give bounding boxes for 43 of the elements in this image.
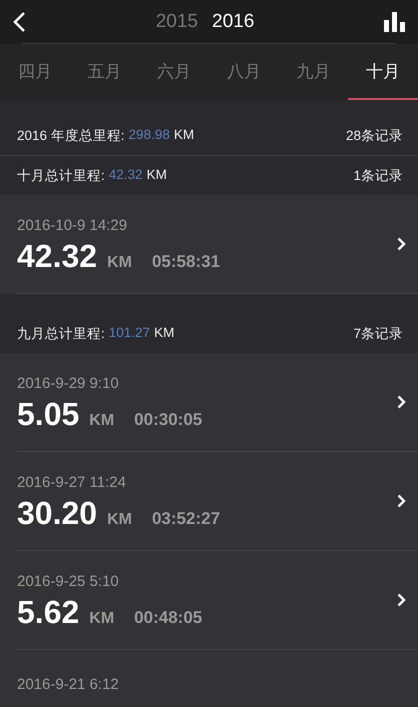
unit-label: KM	[89, 610, 114, 628]
distance: 5.62	[17, 594, 80, 631]
duration: 05:58:31	[152, 252, 220, 272]
distance-total: 298.98	[128, 127, 170, 144]
record-count: 28条记录	[346, 127, 403, 145]
record-count: 7条记录	[353, 325, 403, 343]
month-tab[interactable]: 四月	[0, 44, 70, 100]
month-tab[interactable]: 五月	[70, 44, 140, 100]
summary-label: 九月总计里程:	[17, 325, 105, 343]
chevron-right-icon[interactable]	[397, 494, 406, 508]
record-datetime: 2016-9-29 9:10	[17, 375, 120, 392]
distance: 42.32	[17, 238, 98, 275]
month-tab[interactable]: 六月	[139, 44, 210, 100]
back-icon[interactable]	[12, 10, 26, 32]
unit-label: KM	[107, 511, 132, 529]
distance-total: 42.32	[108, 167, 143, 184]
duration: 03:52:27	[152, 509, 220, 529]
distance-total: 101.27	[108, 325, 150, 342]
distance: 30.20	[17, 495, 98, 532]
month-tab[interactable]: 十月	[348, 44, 418, 100]
duration: 00:30:05	[134, 410, 202, 430]
year-tab[interactable]: 2015	[156, 10, 198, 32]
record-datetime: 2016-9-21 6:12	[17, 676, 120, 693]
duration: 00:48:05	[134, 608, 202, 628]
summary-label: 十月总计里程:	[17, 167, 105, 185]
chevron-right-icon[interactable]	[397, 395, 406, 409]
month-tab[interactable]: 八月	[209, 44, 279, 100]
month-tab[interactable]: 九月	[278, 44, 348, 100]
unit-label: KM	[89, 412, 114, 430]
chevron-right-icon[interactable]	[397, 237, 406, 251]
year-tab[interactable]: 2016	[212, 10, 254, 32]
record-datetime: 2016-9-27 11:24	[17, 474, 127, 491]
unit-label: KM	[154, 325, 174, 342]
record-datetime: 2016-9-25 5:10	[17, 573, 120, 590]
record-count: 1条记录	[353, 167, 403, 185]
chevron-right-icon[interactable]	[397, 593, 406, 607]
summary-label: 2016 年度总里程:	[17, 127, 125, 145]
unit-label: KM	[174, 127, 194, 144]
bar-chart-icon[interactable]	[384, 12, 406, 32]
unit-label: KM	[146, 167, 167, 184]
distance: 5.05	[17, 396, 80, 433]
unit-label: KM	[107, 254, 132, 272]
record-datetime: 2016-10-9 14:29	[17, 217, 128, 234]
